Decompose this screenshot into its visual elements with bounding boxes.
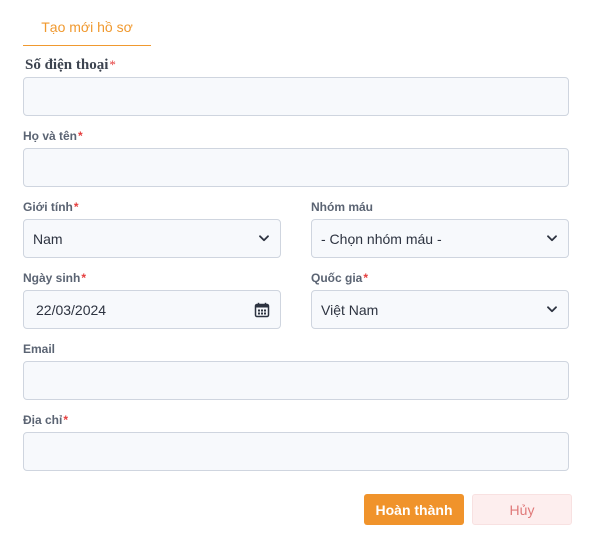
- gender-label: Giới tính*: [23, 200, 79, 214]
- country-label: Quốc gia*: [311, 271, 369, 285]
- phone-input[interactable]: [23, 77, 569, 116]
- calendar-icon[interactable]: [254, 302, 270, 318]
- phone-label: Số điện thoại*: [25, 57, 116, 73]
- cancel-button[interactable]: Hủy: [472, 494, 572, 525]
- tab-label: Tạo mới hồ sơ: [41, 18, 133, 35]
- required-mark: *: [363, 271, 369, 285]
- blood-group-select[interactable]: - Chọn nhóm máu -: [311, 219, 569, 258]
- chevron-down-icon: [546, 233, 558, 245]
- address-input[interactable]: [23, 432, 569, 471]
- required-mark: *: [81, 271, 87, 285]
- required-mark: *: [109, 57, 116, 72]
- birthdate-label: Ngày sinh*: [23, 271, 87, 285]
- email-label: Email: [23, 342, 56, 356]
- chevron-down-icon: [258, 233, 270, 245]
- fullname-input[interactable]: [23, 148, 569, 187]
- gender-select[interactable]: Nam: [23, 219, 281, 258]
- required-mark: *: [78, 129, 83, 143]
- email-input[interactable]: [23, 361, 569, 400]
- country-select[interactable]: Việt Nam: [311, 290, 569, 329]
- birthdate-input[interactable]: 22/03/2024: [23, 290, 281, 329]
- required-mark: *: [63, 413, 69, 427]
- required-mark: *: [73, 200, 79, 214]
- chevron-down-icon: [546, 304, 558, 316]
- blood-group-label: Nhóm máu: [311, 200, 374, 214]
- tab-create-profile[interactable]: Tạo mới hồ sơ: [23, 8, 151, 46]
- submit-button[interactable]: Hoàn thành: [364, 494, 464, 525]
- fullname-label: Họ và tên*: [23, 129, 83, 143]
- address-label: Địa chỉ*: [23, 413, 69, 427]
